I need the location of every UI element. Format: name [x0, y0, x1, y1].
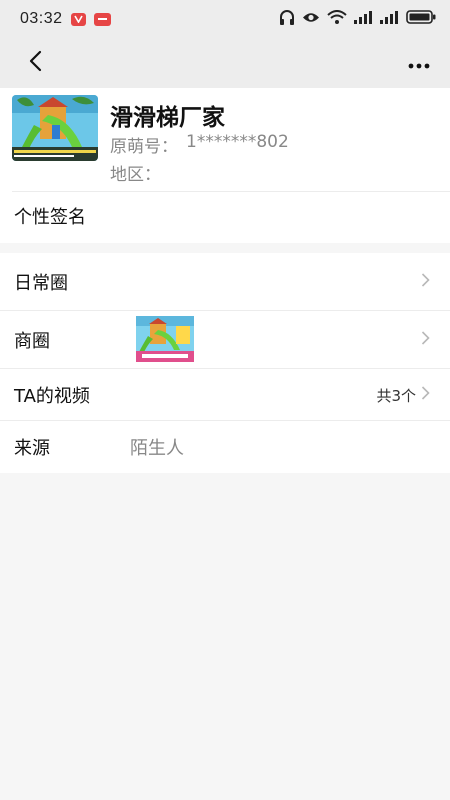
videos-row[interactable]: TA的视频 共3个: [0, 369, 450, 421]
back-arrow-icon[interactable]: [28, 50, 42, 76]
avatar[interactable]: [12, 95, 98, 161]
id-label: 原萌号：: [110, 137, 178, 157]
videos-count: 共3个: [376, 386, 416, 405]
divider: [12, 191, 450, 192]
battery-icon: [406, 10, 436, 28]
navigation-bar: [0, 38, 450, 88]
signature-label: 个性签名: [14, 207, 86, 228]
signal-icon: [354, 10, 373, 28]
notification-v-icon: [70, 12, 86, 26]
profile-card: 滑滑梯厂家 原萌号： 1*******802 地区： 个性签名: [0, 88, 450, 243]
profile-name: 滑滑梯厂家: [110, 105, 225, 131]
id-value: 1*******802: [186, 132, 289, 152]
chevron-right-icon: [421, 272, 430, 293]
wifi-icon: [327, 10, 347, 28]
source-row: 来源 陌生人: [0, 421, 450, 473]
status-time: 03:32: [20, 10, 63, 27]
source-value: 陌生人: [130, 438, 184, 459]
status-bar: 03:32: [0, 0, 450, 38]
business-circle-label: 商圈: [14, 331, 50, 352]
menu-section: 日常圈 商圈 TA的视频 共3个 来源 陌生人: [0, 253, 450, 473]
business-circle-thumbnail: [136, 316, 194, 362]
signal-icon: [380, 10, 399, 28]
id-row: 原萌号： 1*******802: [110, 132, 289, 157]
headphone-icon: [279, 9, 295, 29]
daily-circle-label: 日常圈: [14, 273, 68, 294]
more-dots-icon[interactable]: [408, 54, 430, 73]
region-label: 地区：: [110, 165, 161, 185]
chevron-right-icon: [421, 385, 430, 406]
videos-label: TA的视频: [14, 386, 90, 407]
chevron-right-icon: [421, 330, 430, 351]
source-label: 来源: [14, 438, 50, 459]
notification-app-icon: [93, 12, 111, 26]
business-circle-row[interactable]: 商圈: [0, 311, 450, 369]
daily-circle-row[interactable]: 日常圈: [0, 253, 450, 311]
eye-icon: [302, 10, 320, 28]
